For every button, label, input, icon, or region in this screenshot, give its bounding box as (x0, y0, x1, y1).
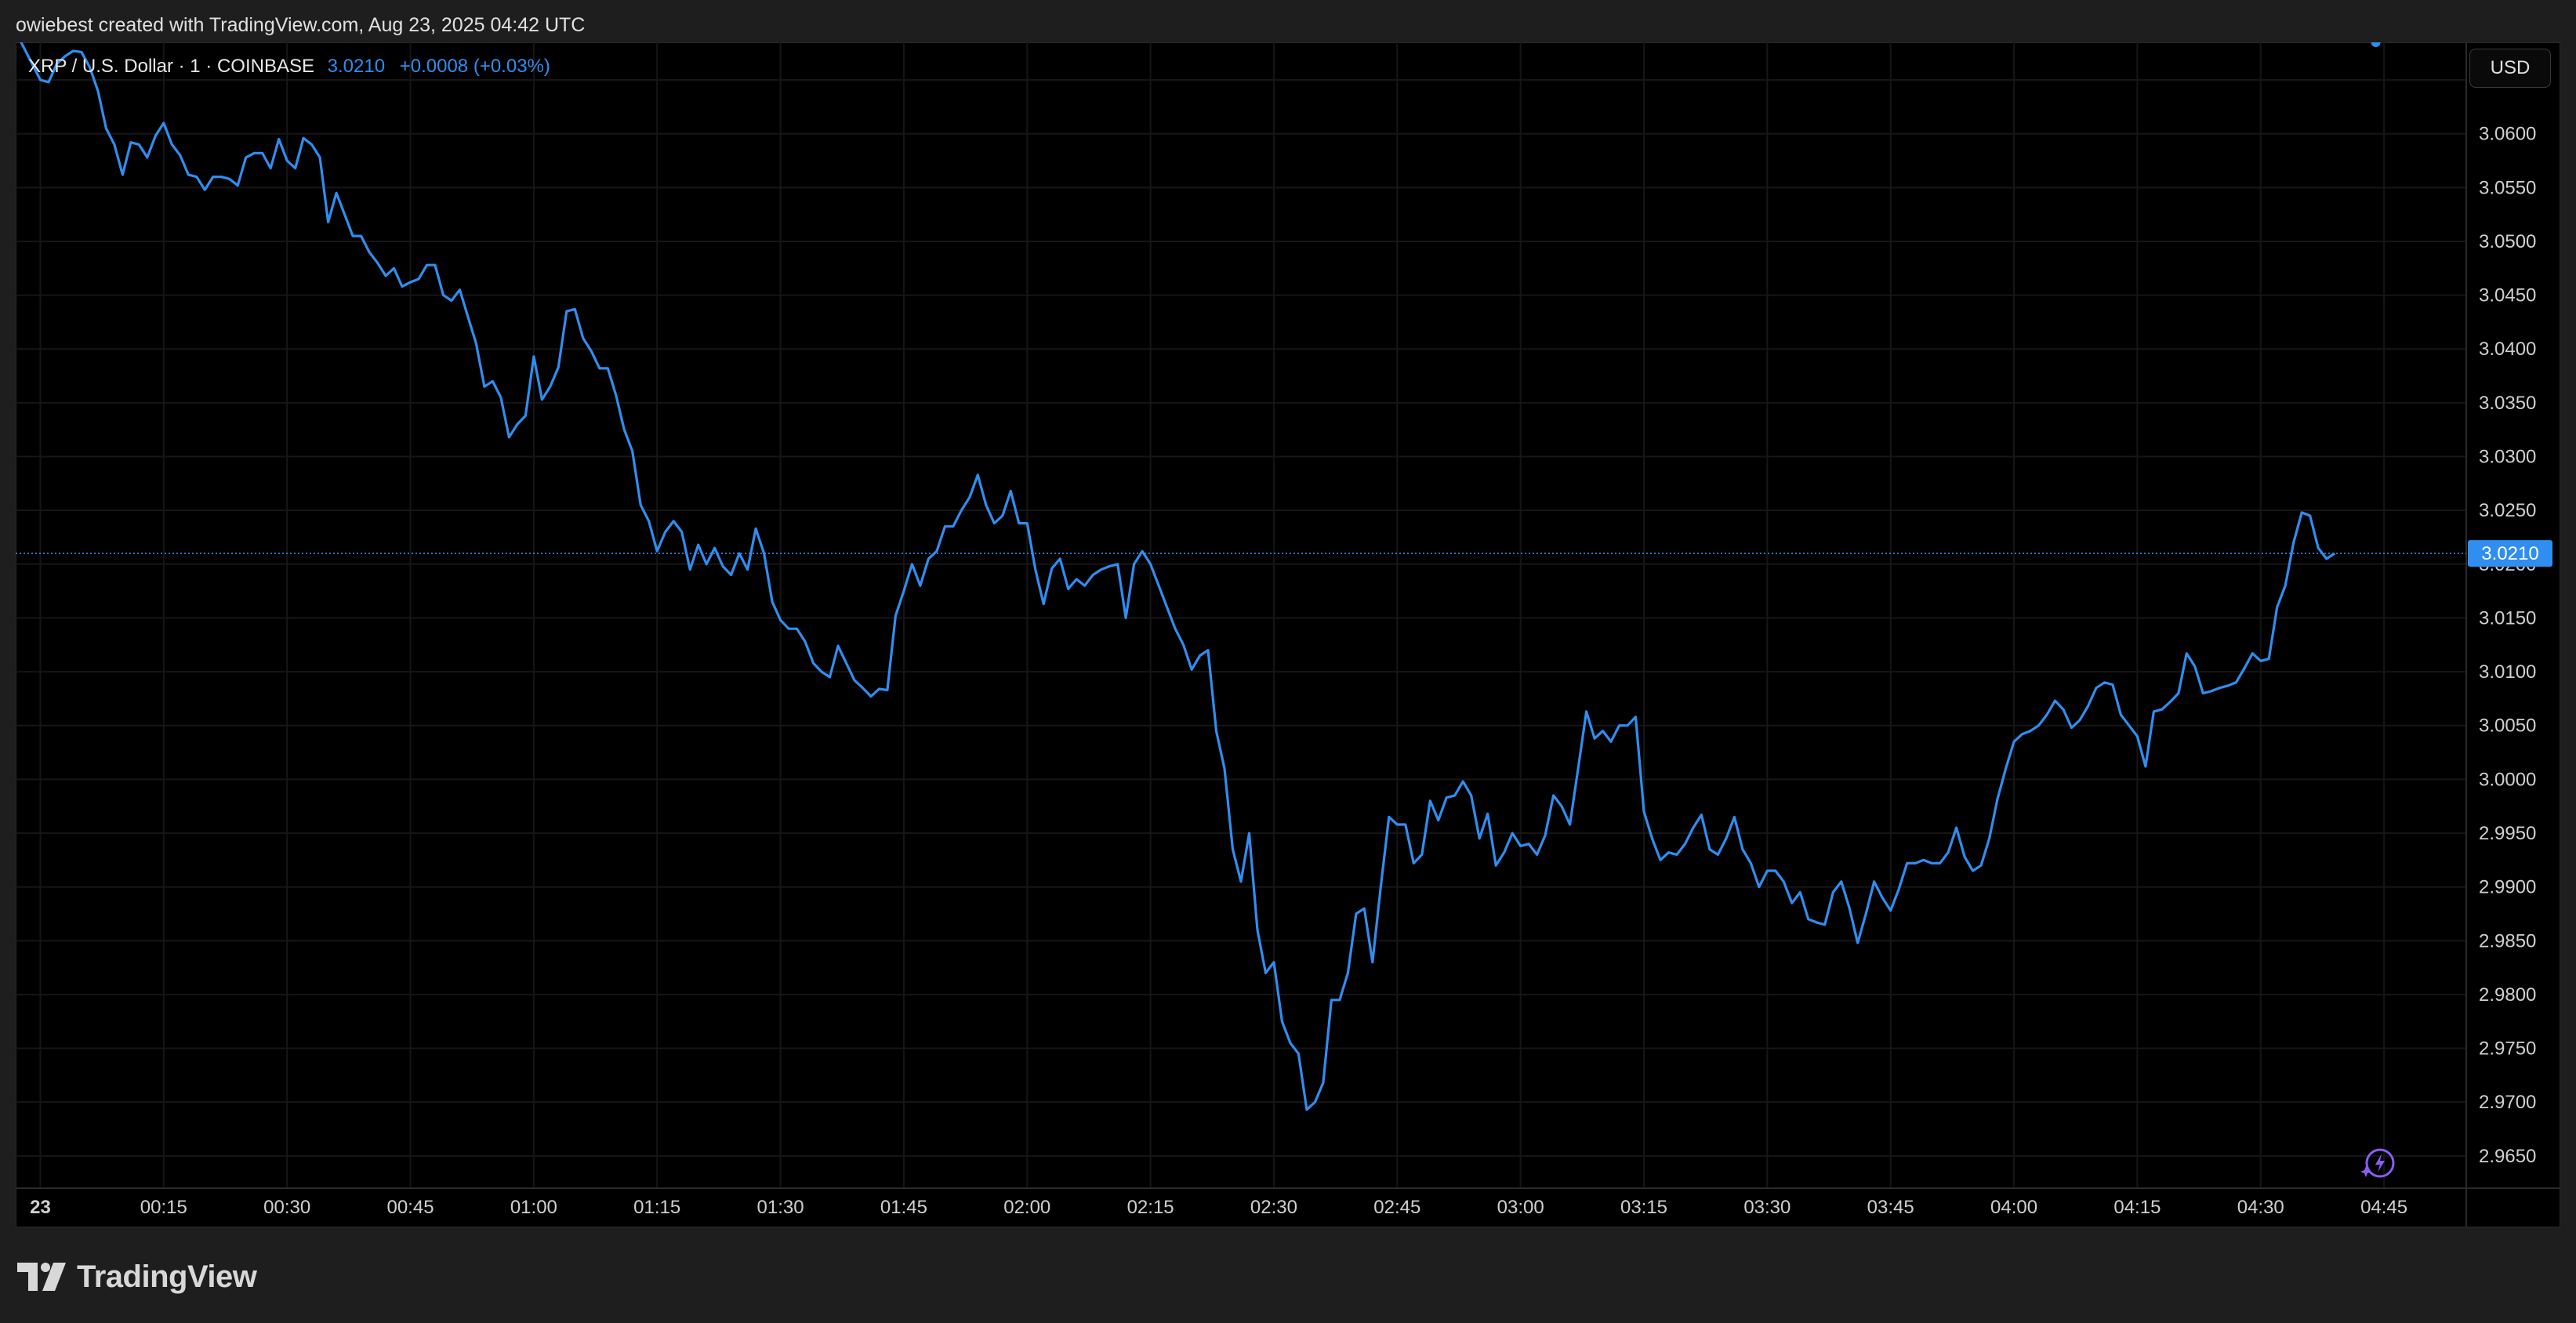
time-tick-label: 01:15 (633, 1197, 680, 1218)
price-tick-label: 2.9950 (2479, 823, 2536, 844)
time-tick-label: 02:30 (1250, 1197, 1297, 1218)
brand-name: TradingView (77, 1259, 257, 1294)
tradingview-logo-icon (17, 1263, 66, 1291)
time-tick-label: 02:45 (1373, 1197, 1420, 1218)
price-tick-label: 2.9750 (2479, 1038, 2536, 1060)
time-axis[interactable]: 23 00:15 00:30 00:45 01:00 01:15 01:30 01:45 02:… (30, 1197, 2407, 1218)
sparkle-lightning-icon[interactable] (2360, 1146, 2396, 1182)
attribution-text: owiebest created with TradingView.com, A… (16, 14, 586, 36)
time-tick-label: 02:00 (1003, 1197, 1050, 1218)
symbol-title[interactable]: XRP / U.S. Dollar · 1 · COINBASE (28, 56, 314, 77)
price-tick-label: 3.0050 (2479, 716, 2536, 737)
price-tick-label: 3.0100 (2479, 662, 2536, 683)
last-price-dot (2371, 42, 2381, 47)
time-tick-label: 04:45 (2360, 1197, 2407, 1218)
time-tick-label: 00:30 (263, 1197, 310, 1218)
price-tick-label: 3.0250 (2479, 500, 2536, 521)
price-tick-label: 2.9850 (2479, 930, 2536, 951)
symbol-header[interactable]: XRP / U.S. Dollar · 1 · COINBASE 3.0210 … (28, 53, 550, 80)
price-tick-label: 2.9700 (2479, 1092, 2536, 1113)
current-price: 3.0210 (327, 56, 386, 77)
time-tick-label: 00:15 (140, 1197, 187, 1218)
time-tick-label: 03:45 (1867, 1197, 1914, 1218)
price-tick-label: 2.9900 (2479, 877, 2536, 898)
time-tick-label: 01:45 (880, 1197, 927, 1218)
price-tick-label: 2.9650 (2479, 1146, 2536, 1167)
price-line-series[interactable] (16, 42, 2336, 1111)
time-tick-label: 03:15 (1620, 1197, 1667, 1218)
price-change: +0.0008 (+0.03%) (399, 56, 550, 77)
time-tick-label: 04:30 (2237, 1197, 2284, 1218)
price-tick-label: 3.0400 (2479, 339, 2536, 360)
last-price-value: 3.0210 (2481, 543, 2538, 564)
time-tick-label: 23 (30, 1197, 51, 1218)
time-tick-label: 01:00 (510, 1197, 557, 1218)
time-tick-label: 00:45 (386, 1197, 434, 1218)
price-tick-label: 2.9800 (2479, 984, 2536, 1006)
price-tick-label: 3.0500 (2479, 231, 2536, 252)
price-chart[interactable]: 3.06503.06003.05503.05003.04503.04003.03… (16, 42, 2560, 1227)
chart-grid (16, 42, 2466, 1188)
time-tick-label: 04:15 (2113, 1197, 2161, 1218)
price-tick-label: 3.0350 (2479, 393, 2536, 414)
time-tick-label: 03:30 (1743, 1197, 1791, 1218)
time-tick-label: 01:30 (757, 1197, 804, 1218)
last-price-label: 3.0210 (2468, 540, 2552, 567)
currency-unit-button[interactable]: USD (2469, 49, 2551, 88)
price-axis[interactable]: 3.06503.06003.05503.05003.04503.04003.03… (2479, 70, 2536, 1167)
price-tick-label: 3.0000 (2479, 769, 2536, 790)
price-tick-label: 3.0300 (2479, 447, 2536, 468)
time-tick-label: 02:15 (1127, 1197, 1174, 1218)
price-tick-label: 3.0150 (2479, 607, 2536, 629)
price-tick-label: 3.0550 (2479, 177, 2536, 198)
tradingview-brand[interactable]: TradingView (17, 1257, 257, 1296)
price-tick-label: 3.0450 (2479, 285, 2536, 306)
price-tick-label: 3.0600 (2479, 124, 2536, 145)
time-tick-label: 03:00 (1497, 1197, 1544, 1218)
time-tick-label: 04:00 (1990, 1197, 2037, 1218)
